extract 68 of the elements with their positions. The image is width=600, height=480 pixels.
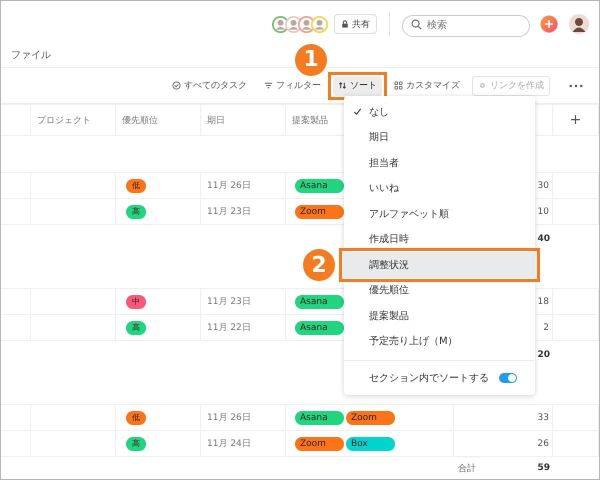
amount: 26 [538,438,549,448]
menu-item[interactable]: 担当者 [344,150,535,176]
priority-tag: 高 [126,204,146,218]
toolbar-button[interactable]: フィルター [259,76,326,96]
toolbar-button[interactable]: すべてのタスク [167,76,252,96]
product-tag: Asana [295,178,344,192]
due-date: 11月 24日 [207,438,251,450]
product-tag: Zoom [346,410,395,424]
product-tag: Asana [295,320,344,334]
step-marker: 2 [303,249,335,281]
toolbar-button[interactable]: カスタマイズ [389,76,465,96]
column-header[interactable]: 期日 [207,114,225,126]
menu-item[interactable]: アルファベット順 [344,201,535,226]
priority-tag: 低 [126,410,146,424]
amount: 10 [538,206,549,216]
toggle-label: セクション内でソートする [369,372,489,385]
user-avatar[interactable] [569,14,589,34]
toggle-switch[interactable] [499,373,517,383]
due-date: 11月 22日 [207,322,251,334]
grand-total: 59 [537,463,550,473]
amount: 30 [538,180,549,190]
step-marker: 1 [295,44,327,76]
product-tag: Asana [295,410,344,424]
due-date: 11月 26日 [207,412,251,424]
lock-icon [341,20,349,28]
menu-item[interactable]: いいね [344,176,535,201]
priority-tag: 低 [126,178,146,192]
menu-item[interactable]: 予定売り上げ（M） [344,328,535,354]
section-total: 40 [537,234,550,244]
product-tag: Zoom [295,436,344,450]
filter-icon [264,81,273,90]
grid-icon [394,81,403,90]
share-button[interactable]: 共有 [334,14,377,34]
avatar[interactable] [311,16,328,32]
menu-item[interactable]: 優先順位 [344,278,535,303]
section-total: 20 [537,350,550,360]
menu-item[interactable]: 提案製品 [344,303,535,328]
total-label: 合計 [458,462,476,474]
product-tag: Zoom [295,204,344,218]
search-field[interactable]: 検索 [402,14,530,36]
add-column-button[interactable]: + [570,112,582,128]
toolbar-button[interactable]: ソート [333,76,382,96]
menu-item[interactable]: 期日 [344,124,535,150]
menu-item[interactable]: 調整状況 [344,252,535,278]
amount: 2 [543,322,549,332]
due-date: 11月 23日 [207,206,251,218]
product-tag: Asana [295,294,344,308]
menu-item[interactable]: なし [344,99,535,124]
priority-tag: 中 [126,294,146,308]
circle-icon [478,81,487,90]
menu-item[interactable]: 作成日時 [344,226,535,252]
due-date: 11月 26日 [207,180,251,192]
breadcrumb[interactable]: ファイル [11,48,51,62]
column-header[interactable]: 提案製品 [292,114,328,126]
priority-tag: 高 [126,436,146,450]
sort-icon [338,81,347,90]
priority-tag: 高 [126,320,146,334]
more-icon[interactable] [569,84,583,88]
column-header[interactable]: プロジェクト [37,114,91,126]
add-icon[interactable] [540,15,558,33]
product-tag: Box [346,436,395,450]
search-icon [411,18,422,30]
amount: 18 [538,296,549,306]
column-header[interactable]: 優先順位 [122,114,158,126]
due-date: 11月 23日 [207,296,251,308]
check-icon [353,107,362,116]
check-circle-icon [172,81,181,90]
amount: 33 [538,412,549,422]
